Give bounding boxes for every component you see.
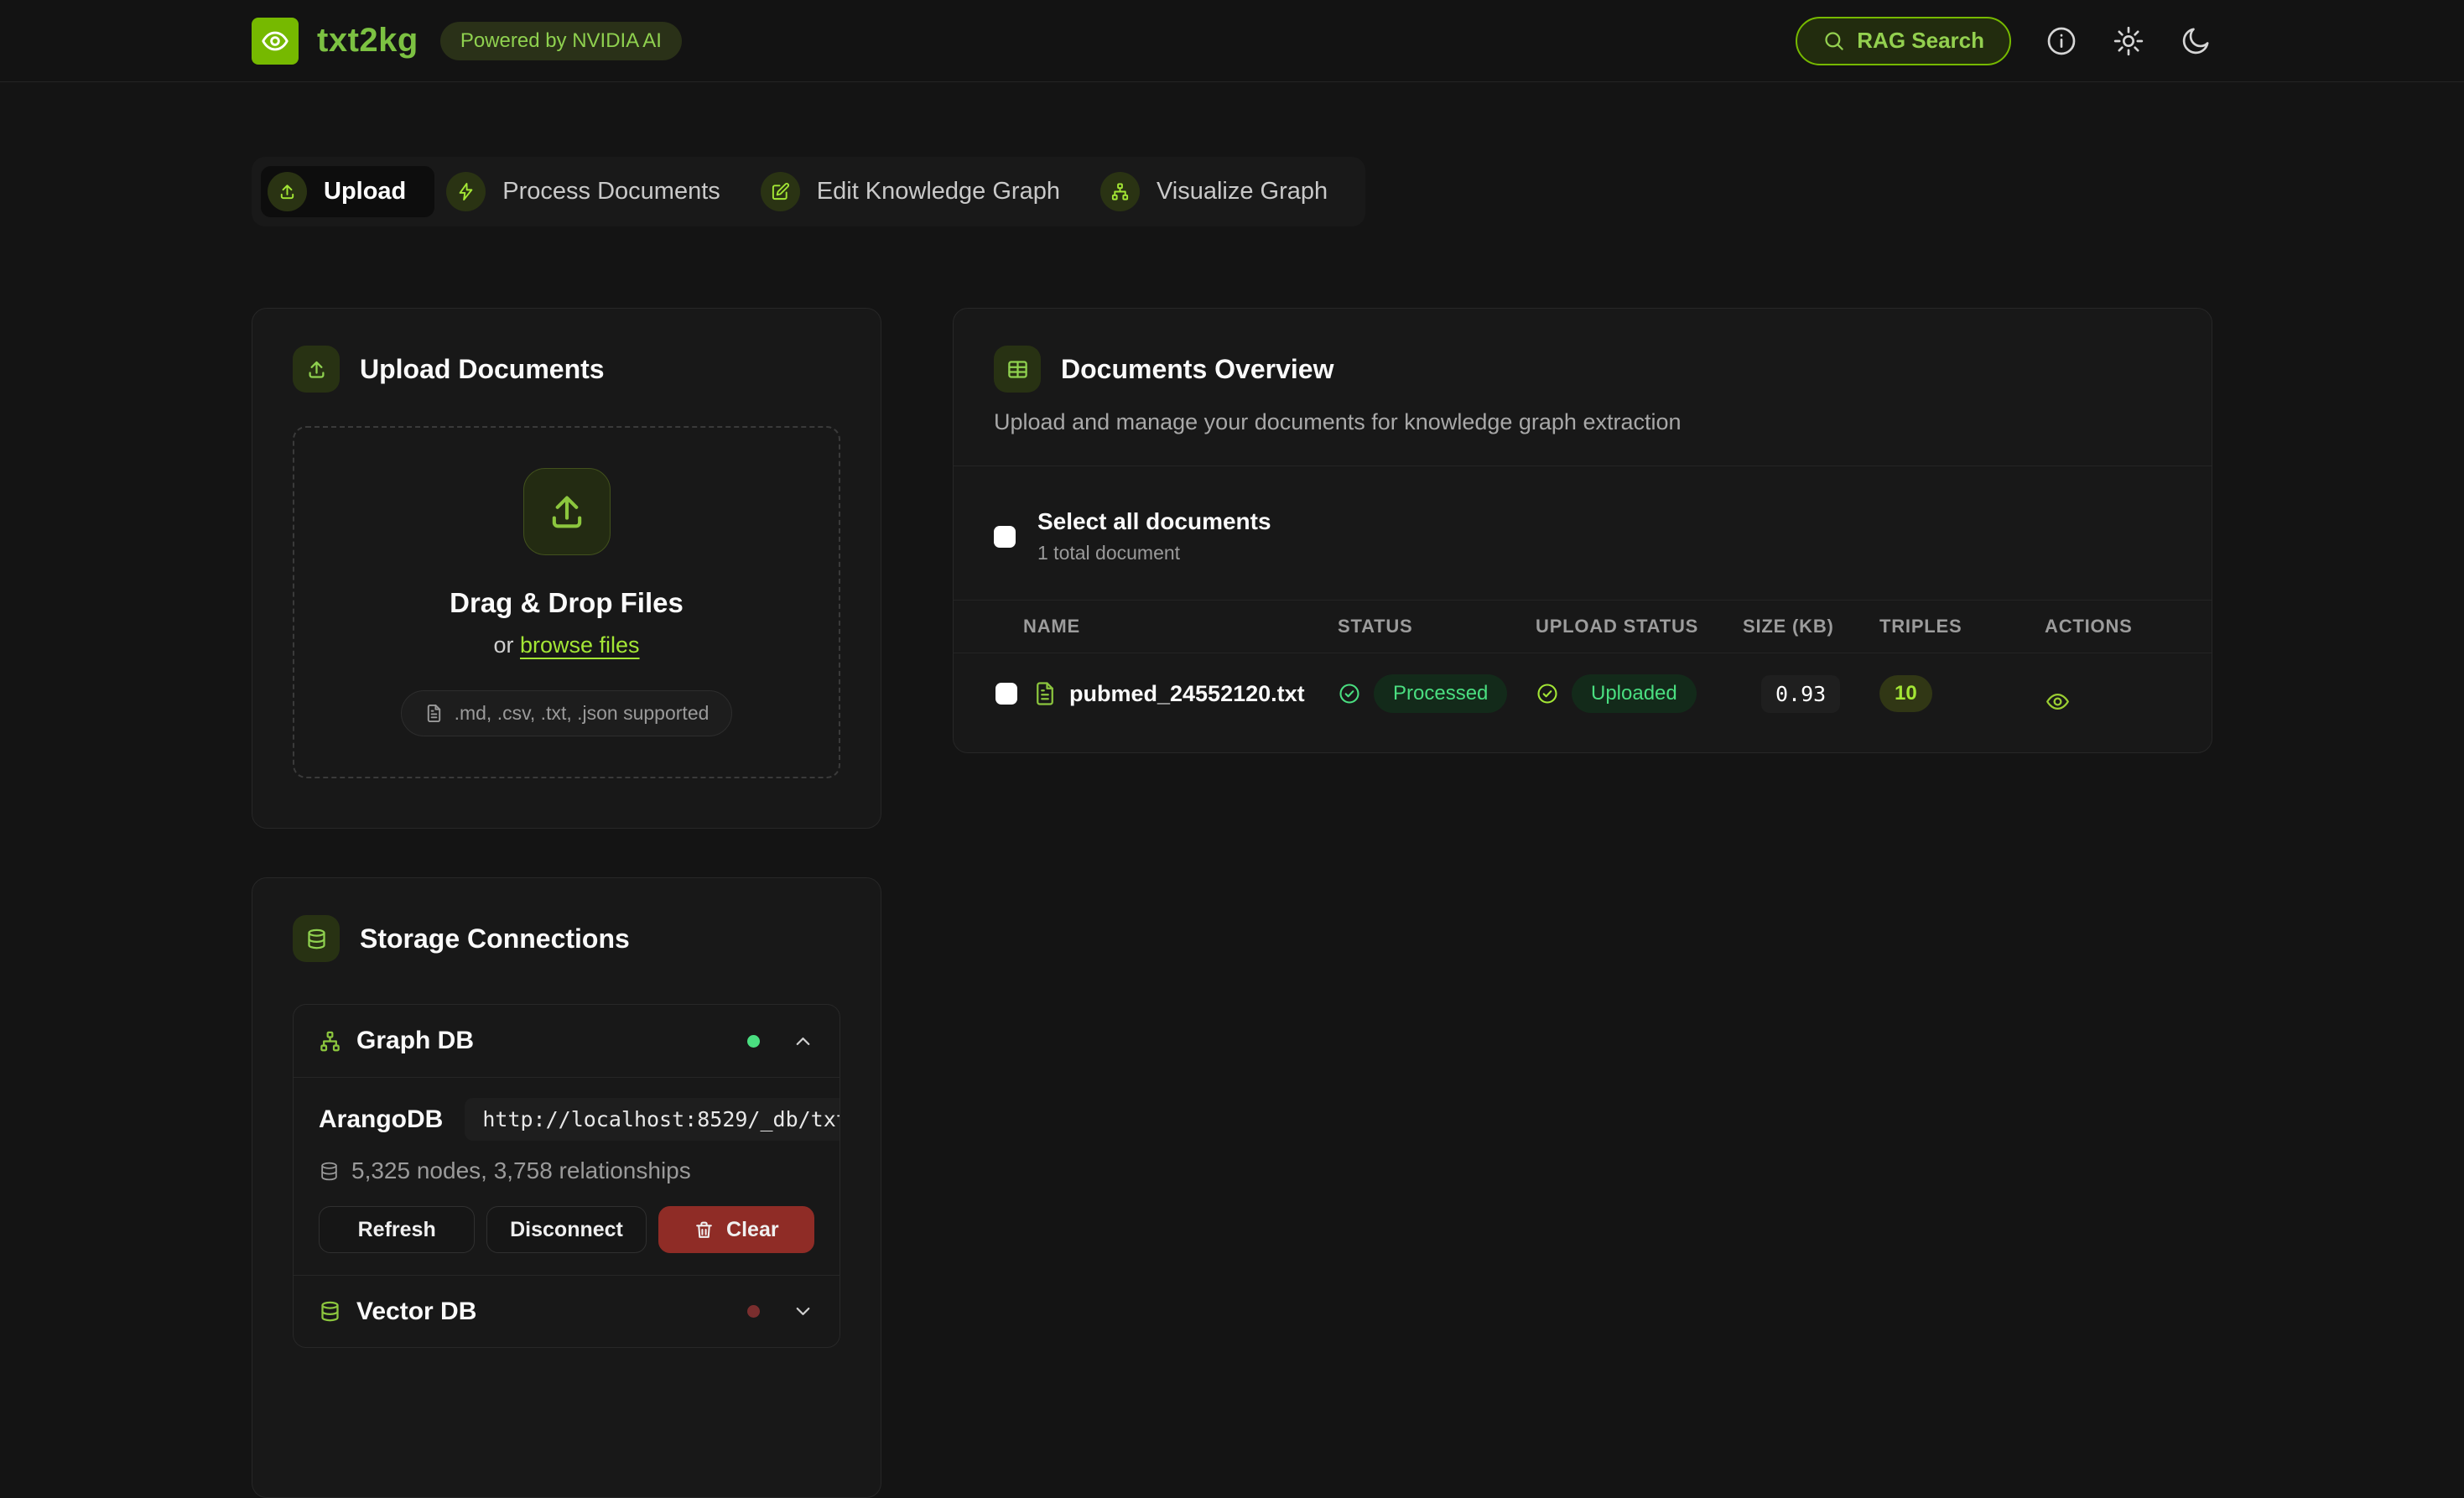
tab-edit-knowledge-graph[interactable]: Edit Knowledge Graph <box>754 166 1089 217</box>
info-icon <box>2045 24 2078 58</box>
dropzone-subtitle: or browse files <box>493 632 639 658</box>
refresh-button[interactable]: Refresh <box>319 1206 475 1253</box>
app-title: txt2kg <box>317 22 418 60</box>
upload-icon <box>293 346 340 393</box>
rag-search-button[interactable]: RAG Search <box>1796 17 2011 65</box>
upload-documents-card: Upload Documents Drag & Drop Files or br… <box>252 308 881 829</box>
disconnect-button[interactable]: Disconnect <box>486 1206 646 1253</box>
top-app-bar: txt2kg Powered by NVIDIA AI RAG Search <box>0 0 2464 82</box>
database-icon <box>319 1300 341 1323</box>
file-dropzone[interactable]: Drag & Drop Files or browse files .md, .… <box>293 426 840 778</box>
column-header-actions: ACTIONS <box>2045 616 2212 637</box>
graph-db-section-toggle[interactable]: Graph DB <box>294 1005 840 1077</box>
settings-button[interactable] <box>2112 24 2145 58</box>
tab-process-documents-label: Process Documents <box>502 178 720 205</box>
tab-visualize-graph[interactable]: Visualize Graph <box>1094 166 1356 217</box>
database-icon <box>319 1161 340 1182</box>
documents-table-header: NAME STATUS UPLOAD STATUS SIZE (KB) TRIP… <box>954 600 2212 653</box>
chevron-up-icon <box>792 1030 814 1053</box>
upload-status-badge: Uploaded <box>1572 674 1697 713</box>
document-filename: pubmed_24552120.txt <box>1069 681 1305 707</box>
edit-icon <box>761 172 800 211</box>
graph-network-icon <box>1100 172 1140 211</box>
search-icon <box>1822 29 1845 52</box>
dropzone-title: Drag & Drop Files <box>450 587 684 619</box>
upload-icon <box>268 172 307 211</box>
column-header-size: SIZE (KB) <box>1743 616 1879 637</box>
check-circle-icon <box>1536 682 1559 705</box>
column-header-triples: TRIPLES <box>1879 616 2045 637</box>
view-document-button[interactable] <box>2045 674 2212 715</box>
select-all-checkbox[interactable] <box>994 526 1016 548</box>
main-tabbar: Upload Process Documents Edit Knowledge … <box>252 157 1365 226</box>
table-grid-icon <box>994 346 1041 393</box>
upload-card-title: Upload Documents <box>360 354 605 385</box>
graph-db-details: ArangoDB http://localhost:8529/_db/txt2k… <box>294 1077 840 1275</box>
theme-toggle-button[interactable] <box>2179 24 2212 58</box>
db-connections-panel: Graph DB ArangoDB http://localhost:8529/… <box>293 1004 840 1348</box>
rag-search-label: RAG Search <box>1857 28 1984 54</box>
status-badge: Processed <box>1374 674 1507 713</box>
documents-overview-card: Documents Overview Upload and manage you… <box>953 308 2212 753</box>
graph-db-url: http://localhost:8529/_db/txt2kg <box>465 1098 840 1141</box>
column-header-name: NAME <box>954 616 1338 637</box>
bolt-icon <box>446 172 486 211</box>
graph-db-provider: ArangoDB <box>319 1105 443 1134</box>
dropzone-or-text: or <box>493 632 513 658</box>
powered-by-badge: Powered by NVIDIA AI <box>440 22 682 60</box>
info-button[interactable] <box>2045 24 2078 58</box>
tab-edit-knowledge-graph-label: Edit Knowledge Graph <box>817 178 1060 205</box>
supported-formats-text: .md, .csv, .txt, .json supported <box>455 702 710 725</box>
graph-db-label: Graph DB <box>356 1027 474 1055</box>
documents-card-title: Documents Overview <box>1061 354 1333 385</box>
storage-card-title: Storage Connections <box>360 923 630 954</box>
clear-button-label: Clear <box>726 1218 779 1242</box>
eye-icon <box>2045 689 2071 715</box>
brand: txt2kg Powered by NVIDIA AI <box>252 18 682 65</box>
tab-visualize-graph-label: Visualize Graph <box>1157 178 1328 205</box>
triples-count-badge: 10 <box>1879 675 1932 712</box>
browse-files-link[interactable]: browse files <box>520 632 640 658</box>
total-documents-text: 1 total document <box>1037 542 1271 564</box>
graph-db-stats: 5,325 nodes, 3,758 relationships <box>319 1157 814 1184</box>
tab-process-documents[interactable]: Process Documents <box>439 166 749 217</box>
moon-icon <box>2179 24 2212 58</box>
upload-icon <box>523 468 611 555</box>
size-value: 0.93 <box>1761 675 1840 713</box>
supported-formats-pill: .md, .csv, .txt, .json supported <box>401 690 733 736</box>
column-header-status: STATUS <box>1338 616 1536 637</box>
vector-db-label: Vector DB <box>356 1298 476 1326</box>
vector-db-section-toggle[interactable]: Vector DB <box>294 1275 840 1347</box>
select-all-label: Select all documents <box>1037 508 1271 535</box>
tab-upload[interactable]: Upload <box>261 166 434 217</box>
check-circle-icon <box>1338 682 1361 705</box>
nvidia-logo-icon <box>252 18 299 65</box>
connected-status-dot <box>747 1035 760 1048</box>
database-icon <box>293 915 340 962</box>
column-header-upload-status: UPLOAD STATUS <box>1536 616 1743 637</box>
document-icon <box>424 704 444 723</box>
row-checkbox[interactable] <box>995 683 1017 705</box>
file-text-icon <box>1032 681 1058 706</box>
graph-network-icon <box>319 1030 341 1053</box>
documents-card-subtitle: Upload and manage your documents for kno… <box>994 409 2171 435</box>
gear-icon <box>2112 24 2145 58</box>
tab-upload-label: Upload <box>324 178 406 205</box>
clear-button[interactable]: Clear <box>658 1206 814 1253</box>
table-row: pubmed_24552120.txt Processed Uploaded <box>954 653 2212 734</box>
disconnected-status-dot <box>747 1305 760 1318</box>
storage-connections-card: Storage Connections Graph DB <box>252 877 881 1498</box>
chevron-down-icon <box>792 1300 814 1323</box>
graph-db-stats-text: 5,325 nodes, 3,758 relationships <box>351 1157 691 1184</box>
trash-icon <box>694 1220 715 1241</box>
